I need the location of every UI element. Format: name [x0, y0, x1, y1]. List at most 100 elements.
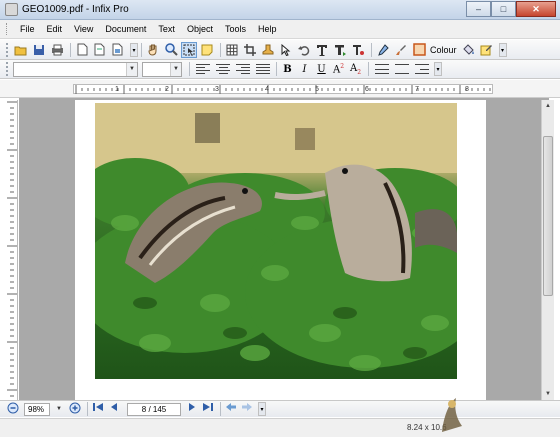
- zoom-field[interactable]: 98%: [24, 402, 50, 416]
- window-controls: – □ ✕: [466, 1, 556, 18]
- menu-help[interactable]: Help: [252, 20, 283, 39]
- toolbar-overflow-icon[interactable]: ▾: [130, 42, 138, 57]
- hand-tool-icon[interactable]: [145, 42, 161, 58]
- page-number-field[interactable]: 8 / 145: [127, 402, 181, 416]
- chevron-down-icon[interactable]: ▼: [170, 62, 181, 76]
- ruler-strip: [73, 84, 493, 94]
- colour-swatch-icon[interactable]: [411, 42, 427, 58]
- subscript-mark: 2: [357, 68, 362, 76]
- justify-icon[interactable]: [256, 64, 270, 74]
- eyedropper-icon[interactable]: [375, 42, 391, 58]
- text-tool-icon[interactable]: [314, 42, 330, 58]
- align-center-icon[interactable]: [216, 64, 230, 74]
- undo-icon[interactable]: [296, 42, 312, 58]
- menu-tools[interactable]: Tools: [219, 20, 252, 39]
- zoom-out-icon[interactable]: [6, 402, 20, 416]
- main-toolbar: ▾ Colour ▾: [0, 40, 560, 60]
- vertical-scrollbar[interactable]: ▲ ▼: [541, 100, 554, 400]
- ruler-number: 4: [265, 86, 269, 93]
- select-area-icon[interactable]: [181, 41, 197, 58]
- ruler-ticks: [75, 85, 491, 94]
- watermark-logo: [438, 392, 558, 436]
- align-left-icon[interactable]: [196, 64, 210, 74]
- ruler-number: 2: [165, 86, 169, 93]
- print-icon[interactable]: [49, 42, 65, 58]
- font-select[interactable]: ▼: [13, 61, 138, 77]
- stamp-icon[interactable]: [260, 42, 276, 58]
- ruler-ticks: [7, 101, 17, 397]
- squirrels-photo[interactable]: [95, 103, 457, 379]
- paragraph-spacing-icon[interactable]: [395, 64, 409, 74]
- grid-icon[interactable]: [224, 42, 240, 58]
- toolbar-overflow-icon[interactable]: ▾: [498, 42, 507, 57]
- zoom-icon[interactable]: [163, 42, 179, 58]
- italic-button[interactable]: I: [297, 64, 312, 75]
- menu-object[interactable]: Object: [181, 20, 219, 39]
- superscript-mark: 2: [340, 62, 345, 70]
- toolbar-overflow-icon[interactable]: ▾: [434, 62, 442, 76]
- indent-icon[interactable]: [415, 64, 429, 74]
- open-folder-icon[interactable]: [13, 42, 29, 58]
- toolbar-grip[interactable]: [6, 62, 9, 76]
- object-tool-icon[interactable]: [350, 42, 366, 58]
- bold-button[interactable]: B: [280, 64, 295, 75]
- subscript-button[interactable]: A2: [348, 63, 363, 76]
- menu-text[interactable]: Text: [152, 20, 181, 39]
- text-flow-icon[interactable]: [332, 42, 348, 58]
- scroll-up-icon[interactable]: ▲: [542, 100, 554, 112]
- scrollbar-thumb[interactable]: [543, 136, 553, 296]
- toolbar-overflow-icon[interactable]: ▾: [258, 402, 266, 416]
- align-right-icon[interactable]: [236, 64, 250, 74]
- first-page-icon[interactable]: [91, 402, 105, 416]
- underline-button[interactable]: U: [314, 64, 329, 75]
- page-icon[interactable]: [74, 42, 90, 58]
- maximize-button[interactable]: □: [491, 1, 516, 17]
- toolbar-separator: [371, 42, 372, 57]
- ruler-number: 3: [215, 86, 219, 93]
- previous-page-icon[interactable]: [107, 402, 121, 416]
- horizontal-ruler: 1 2 3 4 5 6 7 8: [0, 80, 560, 98]
- toolbar-grip[interactable]: [6, 42, 9, 57]
- pdf-page[interactable]: [75, 100, 486, 400]
- crop-icon[interactable]: [242, 42, 258, 58]
- menubar-grip[interactable]: [6, 23, 9, 35]
- app-icon: [5, 3, 18, 16]
- ruler-number: 5: [315, 86, 319, 93]
- back-view-icon[interactable]: [224, 402, 238, 416]
- chevron-down-icon[interactable]: ▼: [126, 62, 137, 76]
- close-button[interactable]: ✕: [516, 1, 556, 17]
- menu-edit[interactable]: Edit: [41, 20, 69, 39]
- pointer-icon[interactable]: [278, 42, 294, 58]
- toolbar-separator: [220, 402, 221, 416]
- next-page-icon[interactable]: [185, 402, 199, 416]
- line-spacing-icon[interactable]: [375, 64, 389, 74]
- zoom-dropdown-icon[interactable]: ▼: [52, 402, 66, 416]
- edit-note-icon[interactable]: [479, 42, 495, 58]
- note-icon[interactable]: [199, 42, 215, 58]
- watermark-graphic: [442, 398, 462, 432]
- fill-icon[interactable]: [461, 42, 477, 58]
- copy-page-icon[interactable]: [92, 42, 108, 58]
- format-toolbar: ▼ ▼ B I U A2 A2 ▾: [0, 60, 560, 79]
- save-icon[interactable]: [31, 42, 47, 58]
- last-page-icon[interactable]: [201, 402, 215, 416]
- superscript-button[interactable]: A2: [331, 63, 346, 75]
- ruler-number: 7: [415, 86, 419, 93]
- minimize-button[interactable]: –: [466, 1, 491, 17]
- brush-icon[interactable]: [393, 42, 409, 58]
- vertical-ruler: [6, 100, 18, 400]
- toolbar-separator: [87, 402, 88, 416]
- colour-label[interactable]: Colour: [430, 45, 457, 55]
- menu-document[interactable]: Document: [99, 20, 152, 39]
- document-canvas[interactable]: [19, 98, 549, 400]
- zoom-in-icon[interactable]: [68, 402, 82, 416]
- toolbar-separator: [368, 62, 369, 76]
- menu-view[interactable]: View: [68, 20, 99, 39]
- menu-file[interactable]: File: [14, 20, 41, 39]
- ruler-number: 6: [365, 86, 369, 93]
- forward-view-icon[interactable]: [240, 402, 254, 416]
- font-size-select[interactable]: ▼: [142, 61, 182, 77]
- menu-bar: File Edit View Document Text Object Tool…: [0, 20, 560, 39]
- toolbar-separator: [276, 62, 277, 76]
- page-view-icon[interactable]: [110, 42, 126, 58]
